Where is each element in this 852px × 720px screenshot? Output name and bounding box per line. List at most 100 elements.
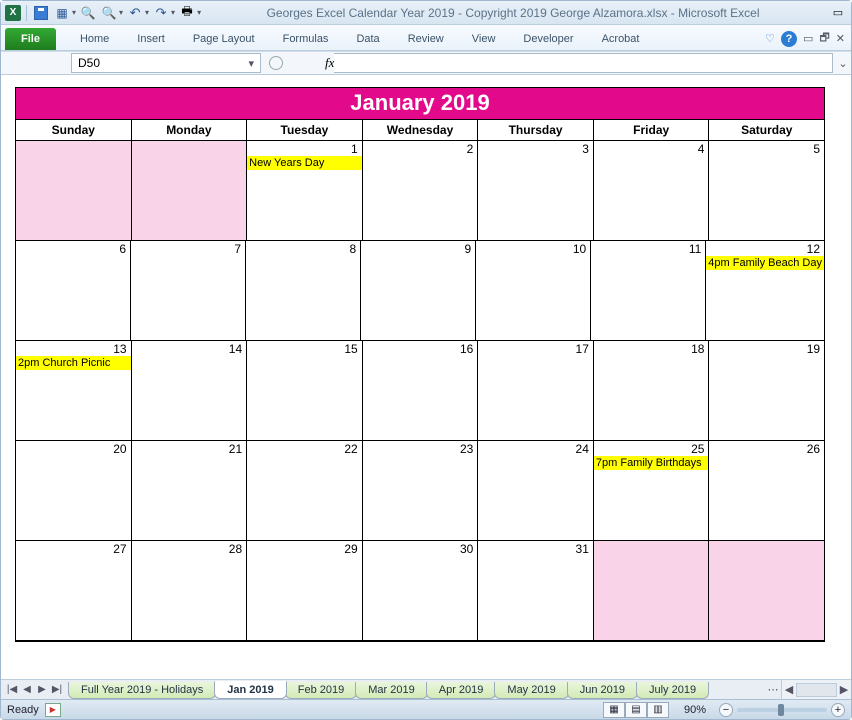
calendar-cell[interactable]: 31 xyxy=(478,541,594,641)
qat-print-button[interactable]: 🖶 xyxy=(178,4,196,22)
calendar-cell[interactable]: 2 xyxy=(363,141,479,241)
calendar-cell[interactable]: 9 xyxy=(361,241,476,341)
calendar-cell[interactable]: 4 xyxy=(594,141,710,241)
ribbon-tab-pagelayout[interactable]: Page Layout xyxy=(179,28,269,50)
sheet-tabs-overflow-button[interactable]: ⋯ xyxy=(765,680,781,699)
calendar-cell[interactable]: 24 xyxy=(478,441,594,541)
sheet-tab[interactable]: Jun 2019 xyxy=(567,682,638,699)
zoom-percent[interactable]: 90% xyxy=(675,704,715,716)
sheet-tab[interactable]: Feb 2019 xyxy=(285,682,357,699)
calendar-cell[interactable]: 5 xyxy=(709,141,824,241)
sheet-tab[interactable]: July 2019 xyxy=(636,682,709,699)
hscroll-left-icon[interactable]: ◀ xyxy=(782,683,796,696)
calendar-cell[interactable] xyxy=(594,541,710,641)
calendar-cell[interactable]: 15 xyxy=(247,341,363,441)
calendar-cell[interactable]: 8 xyxy=(246,241,361,341)
hscroll-right-icon[interactable]: ▶ xyxy=(837,683,851,696)
calendar-cell[interactable]: 10 xyxy=(476,241,591,341)
calendar-cell[interactable]: 20 xyxy=(16,441,132,541)
worksheet-area[interactable]: January 2019 Sunday Monday Tuesday Wedne… xyxy=(1,75,851,679)
calendar-event[interactable]: 2pm Church Picnic xyxy=(16,356,131,370)
calendar-cell[interactable]: 17 xyxy=(478,341,594,441)
qat-find2-button[interactable]: 🔍 xyxy=(100,4,118,22)
ribbon-tab-formulas[interactable]: Formulas xyxy=(269,28,343,50)
ribbon-tab-view[interactable]: View xyxy=(458,28,510,50)
calendar-cell[interactable]: 19 xyxy=(709,341,824,441)
calendar-cell[interactable]: 27 xyxy=(16,541,132,641)
sheet-tab[interactable]: Mar 2019 xyxy=(355,682,427,699)
macro-record-button[interactable] xyxy=(45,703,61,717)
minimize-button[interactable]: ▭ xyxy=(829,4,847,22)
sheet-nav-prev-button[interactable]: ◀ xyxy=(20,684,34,695)
ribbon-tab-acrobat[interactable]: Acrobat xyxy=(588,28,654,50)
calendar-cell[interactable]: 1New Years Day xyxy=(247,141,363,241)
qat-grid-button[interactable]: ▦ xyxy=(53,4,71,22)
calendar-cell[interactable]: 14 xyxy=(132,341,248,441)
sheet-nav-first-button[interactable]: |◀ xyxy=(5,684,19,695)
file-tab[interactable]: File xyxy=(5,28,56,50)
calendar-cell[interactable] xyxy=(709,541,824,641)
sheet-nav-next-button[interactable]: ▶ xyxy=(35,684,49,695)
calendar-cell[interactable]: 21 xyxy=(132,441,248,541)
calendar-cell[interactable]: 29 xyxy=(247,541,363,641)
calendar-event[interactable]: 7pm Family Birthdays xyxy=(594,456,709,470)
redo-dropdown-icon[interactable]: ▾ xyxy=(171,8,175,17)
calendar-cell[interactable]: 18 xyxy=(594,341,710,441)
calendar-cell[interactable]: 16 xyxy=(363,341,479,441)
insert-function-button[interactable]: fx xyxy=(325,55,334,71)
calendar-cell[interactable]: 132pm Church Picnic xyxy=(16,341,132,441)
undo-button[interactable]: ↶ xyxy=(126,4,144,22)
zoom-out-button[interactable]: − xyxy=(719,703,733,717)
ribbon-restore-button[interactable]: 🗗 xyxy=(819,29,829,48)
calendar-cell[interactable]: 30 xyxy=(363,541,479,641)
help-button[interactable]: ? xyxy=(781,31,797,47)
ribbon-tab-developer[interactable]: Developer xyxy=(509,28,587,50)
sheet-tab[interactable]: Full Year 2019 - Holidays xyxy=(68,682,216,699)
zoom-in-button[interactable]: + xyxy=(831,703,845,717)
calendar-title: January 2019 xyxy=(16,88,824,119)
name-box-dropdown-icon[interactable]: ▾ xyxy=(248,57,254,70)
cancel-formula-button[interactable] xyxy=(269,56,283,70)
qat-grid-dropdown-icon[interactable]: ▾ xyxy=(72,8,76,17)
calendar-cell[interactable]: 7 xyxy=(131,241,246,341)
calendar-cell[interactable]: 257pm Family Birthdays xyxy=(594,441,710,541)
calendar-cell[interactable] xyxy=(16,141,132,241)
qat-find2-dropdown-icon[interactable]: ▾ xyxy=(119,8,123,17)
formula-input[interactable] xyxy=(334,53,833,73)
sheet-tab[interactable]: May 2019 xyxy=(494,682,568,699)
calendar-cell[interactable] xyxy=(132,141,248,241)
qat-find-button[interactable]: 🔍 xyxy=(79,4,97,22)
redo-button[interactable]: ↷ xyxy=(152,4,170,22)
calendar-cell[interactable]: 11 xyxy=(591,241,706,341)
ribbon-close-button[interactable]: ✕ xyxy=(836,32,845,45)
ribbon-tab-review[interactable]: Review xyxy=(394,28,458,50)
calendar-event[interactable]: New Years Day xyxy=(247,156,362,170)
ribbon-tab-insert[interactable]: Insert xyxy=(123,28,179,50)
sheet-tab[interactable]: Apr 2019 xyxy=(426,682,497,699)
calendar-cell[interactable]: 3 xyxy=(478,141,594,241)
horizontal-scrollbar[interactable]: ◀ ▶ xyxy=(781,680,851,699)
calendar-cell[interactable]: 28 xyxy=(132,541,248,641)
page-break-view-button[interactable]: ▥ xyxy=(647,702,669,718)
expand-formula-bar-button[interactable]: ⌄ xyxy=(835,57,851,70)
page-layout-view-button[interactable]: ▤ xyxy=(625,702,647,718)
ribbon-minimize-button[interactable]: ▭ xyxy=(803,32,813,45)
calendar-cell[interactable]: 124pm Family Beach Day xyxy=(706,241,824,341)
calendar-cell[interactable]: 22 xyxy=(247,441,363,541)
name-box[interactable]: D50 ▾ xyxy=(71,53,261,73)
normal-view-button[interactable]: ▦ xyxy=(603,702,625,718)
calendar-cell[interactable]: 6 xyxy=(16,241,131,341)
sheet-tab[interactable]: Jan 2019 xyxy=(214,681,286,699)
calendar-cell[interactable]: 26 xyxy=(709,441,824,541)
undo-dropdown-icon[interactable]: ▾ xyxy=(145,8,149,17)
ribbon-tab-data[interactable]: Data xyxy=(342,28,393,50)
hscroll-track[interactable] xyxy=(796,683,837,697)
save-button[interactable] xyxy=(32,4,50,22)
qat-customize-icon[interactable]: ▾ xyxy=(197,8,201,17)
ribbon-tab-home[interactable]: Home xyxy=(66,28,123,50)
zoom-slider[interactable] xyxy=(737,708,827,712)
calendar-event[interactable]: 4pm Family Beach Day xyxy=(706,256,824,270)
sheet-nav-last-button[interactable]: ▶| xyxy=(50,684,64,695)
calendar-cell[interactable]: 23 xyxy=(363,441,479,541)
ribbon-like-icon[interactable]: ♡ xyxy=(765,32,775,45)
